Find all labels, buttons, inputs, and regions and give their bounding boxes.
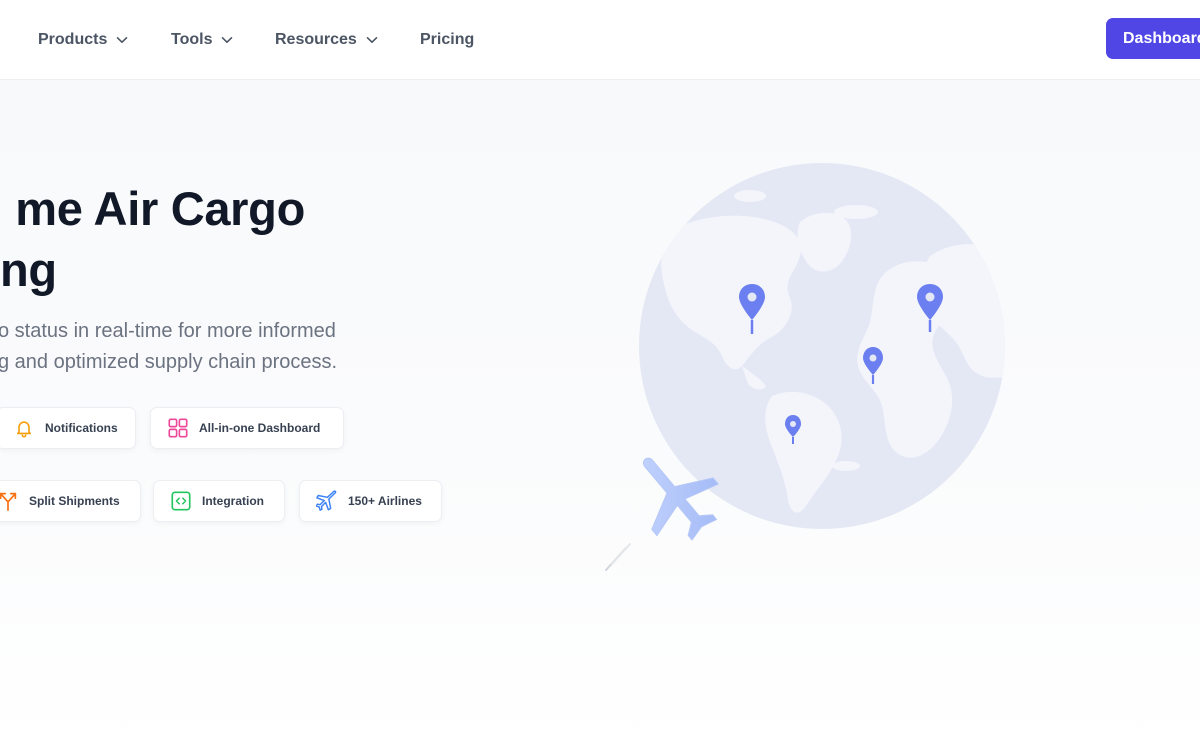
chevron-down-icon — [117, 36, 128, 43]
nav-products-label: Products — [38, 30, 108, 48]
nav-resources[interactable]: Resources — [275, 0, 378, 79]
feature-chip-notifications[interactable]: Notifications — [0, 407, 136, 449]
hero-title: me Air Cargo ng — [0, 178, 335, 300]
nav-pricing-label: Pricing — [420, 30, 475, 48]
feature-label: Integration — [202, 494, 264, 508]
airplane-icon — [316, 490, 338, 512]
hero-subtitle: o status in real-time for more informed … — [0, 316, 370, 378]
grid-icon — [167, 417, 189, 439]
dashboard-button[interactable]: Dashboard — [1106, 18, 1200, 59]
motion-line — [611, 543, 631, 565]
nav-tools[interactable]: Tools — [171, 0, 233, 79]
hero-subtitle-line-2: g and optimized supply chain process. — [0, 351, 338, 373]
hero-title-line-2: ng — [0, 243, 57, 296]
feature-chip-airlines[interactable]: 150+ Airlines — [299, 480, 442, 522]
nav-products[interactable]: Products — [38, 0, 128, 79]
nav-tools-label: Tools — [171, 30, 213, 48]
chevron-down-icon — [366, 36, 378, 43]
feature-label: 150+ Airlines — [348, 494, 422, 508]
feature-label: Notifications — [45, 421, 118, 435]
bell-icon — [13, 417, 35, 439]
code-icon — [170, 490, 192, 512]
feature-label: Split Shipments — [29, 494, 120, 508]
chevron-down-icon — [222, 36, 233, 43]
hero-subtitle-line-1: o status in real-time for more informed — [0, 320, 336, 342]
nav-resources-label: Resources — [275, 30, 357, 48]
nav-pricing[interactable]: Pricing — [420, 0, 474, 79]
feature-chip-integration[interactable]: Integration — [153, 480, 285, 522]
split-arrows-icon — [0, 490, 19, 512]
feature-label: All-in-one Dashboard — [199, 421, 321, 435]
hero-title-line-1: me Air Cargo — [15, 182, 305, 235]
feature-chip-split-shipments[interactable]: Split Shipments — [0, 480, 141, 522]
globe-illustration — [600, 160, 1020, 580]
feature-chip-all-in-one-dashboard[interactable]: All-in-one Dashboard — [150, 407, 344, 449]
top-navigation-bar: Products Tools Resources Pricing Dashboa… — [0, 0, 1200, 80]
